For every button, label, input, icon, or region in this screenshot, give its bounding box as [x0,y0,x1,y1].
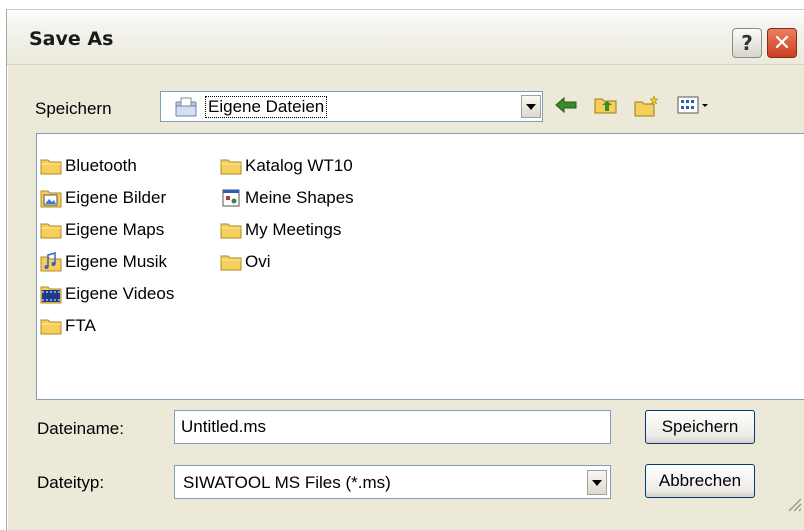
folder-icon [220,255,242,270]
chevron-down-icon [526,103,536,110]
save-button[interactable]: Speichern [645,410,755,444]
file-item-label: Eigene Bilder [65,187,167,207]
view-menu-icon[interactable] [677,95,711,115]
file-item-label: Eigene Musik [65,251,168,271]
file-item-label: Eigene Videos [65,283,175,303]
file-item-meine-shapes[interactable]: Meine Shapes [220,186,354,209]
filetype-label: Dateityp: [37,473,105,492]
folder-icon [40,319,62,334]
filetype-dropdown[interactable]: SIWATOOL MS Files (*.ms) [174,465,611,499]
filename-label: Dateiname: [37,419,124,438]
file-item-label: Bluetooth [65,155,137,175]
shapes-folder-icon [222,189,240,206]
close-button[interactable]: ✕ [767,28,797,58]
save-in-label: Speichern [35,99,112,118]
dialog-title: Save As [29,28,114,50]
file-item-eigene-bilder[interactable]: Eigene Bilder [40,186,166,209]
file-item-label: Eigene Maps [65,219,165,239]
file-item-label: FTA [65,315,96,335]
file-item-eigene-maps[interactable]: Eigene Maps [40,218,164,241]
file-item-fta[interactable]: FTA [40,314,96,337]
video-folder-icon [40,286,62,303]
file-item-katalog-wt10[interactable]: Katalog WT10 [220,154,353,177]
filename-input[interactable]: Untitled.ms [174,410,611,444]
file-item-label: Ovi [245,251,271,271]
file-item-eigene-videos[interactable]: Eigene Videos [40,282,174,305]
file-item-bluetooth[interactable]: Bluetooth [40,154,137,177]
folder-icon [40,159,62,174]
file-item-label: My Meetings [245,219,342,239]
file-item-ovi[interactable]: Ovi [220,250,271,273]
file-item-my-meetings[interactable]: My Meetings [220,218,341,241]
file-list[interactable]: Bluetooth Eigene Bilder Eigene Maps Eige… [36,133,804,400]
resize-grip-icon[interactable] [783,493,803,513]
save-in-dropdown-arrow[interactable] [521,95,541,118]
up-folder-icon[interactable] [594,95,618,115]
file-item-eigene-musik[interactable]: Eigene Musik [40,250,167,273]
file-item-label: Katalog WT10 [245,155,353,175]
folder-icon [220,223,242,238]
documents-folder-icon [175,97,197,117]
pictures-folder-icon [40,190,62,207]
chevron-down-icon [592,479,602,486]
help-button[interactable]: ? [732,28,762,58]
save-in-dropdown[interactable]: Eigene Dateien [160,91,543,122]
filetype-value: SIWATOOL MS Files (*.ms) [183,473,391,492]
back-arrow-icon[interactable] [554,95,578,115]
music-folder-icon [40,251,62,271]
title-bar[interactable]: Save As ? ✕ [7,10,804,65]
new-folder-icon[interactable] [634,95,660,117]
save-in-value: Eigene Dateien [205,96,328,118]
file-item-label: Meine Shapes [245,187,354,207]
folder-icon [220,159,242,174]
save-as-dialog: Save As ? ✕ Speichern Eigene Dateien Blu… [6,9,804,530]
filetype-dropdown-arrow[interactable] [587,470,607,495]
cancel-button[interactable]: Abbrechen [645,464,755,498]
folder-icon [40,223,62,238]
